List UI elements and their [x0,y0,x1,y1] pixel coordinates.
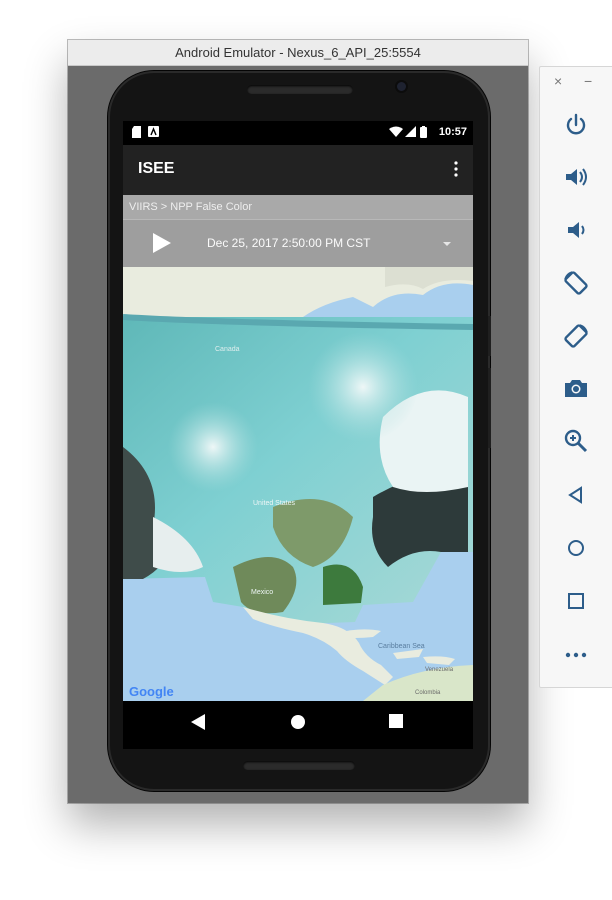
map-label-united-states: United States [253,500,296,507]
volume-up-icon[interactable] [562,163,590,191]
emulator-window: Android Emulator - Nexus_6_API_25:5554 1… [68,40,528,803]
home-icon[interactable] [562,534,590,562]
earpiece-speaker [247,85,353,94]
nav-home-icon[interactable] [290,714,306,730]
map-label-colombia: Colombia [415,690,441,696]
breadcrumb: VIIRS > NPP False Color [123,195,473,219]
window-title: Android Emulator - Nexus_6_API_25:5554 [175,45,421,60]
emulator-side-toolbar: × − [539,66,612,688]
map-label-canada: Canada [215,346,240,353]
power-icon[interactable] [562,111,590,139]
app-title: ISEE [138,160,175,177]
rotate-right-icon[interactable] [562,322,590,350]
map-label-caribbean-sea: Caribbean Sea [378,643,425,650]
datetime-dropdown[interactable]: Dec 25, 2017 2:50:00 PM CST [207,236,370,250]
volume-side-button[interactable] [488,368,491,448]
device-screen: 10:57 ISEE VIIRS > NPP False Color Dec 2… [123,121,473,749]
battery-icon [420,126,427,138]
window-titlebar: Android Emulator - Nexus_6_API_25:5554 [68,40,528,66]
back-icon[interactable] [562,481,590,509]
close-icon[interactable]: × [554,73,562,89]
rotate-left-icon[interactable] [562,269,590,297]
notification-icon [148,126,159,137]
google-logo: Google [129,684,174,699]
status-bar: 10:57 [123,121,473,145]
map-label-mexico: Mexico [251,589,273,596]
nav-back-icon[interactable] [191,714,205,730]
breadcrumb-text[interactable]: VIIRS > NPP False Color [129,201,252,213]
play-icon[interactable] [153,233,171,253]
camera-icon[interactable] [562,374,590,402]
app-toolbar: ISEE [123,145,473,195]
wifi-icon [389,126,403,137]
bottom-speaker [243,761,355,770]
status-clock: 10:57 [438,126,467,138]
phone-device-frame: 10:57 ISEE VIIRS > NPP False Color Dec 2… [108,71,491,791]
android-navigation-bar [123,701,473,749]
power-side-button[interactable] [488,316,491,356]
nav-overview-icon[interactable] [389,714,403,728]
satellite-map[interactable]: Canada United States Mexico Caribbean Se… [123,267,473,701]
map-label-venezuela: Venezuela [425,667,454,673]
volume-down-icon[interactable] [562,216,590,244]
more-icon[interactable] [562,641,590,669]
sd-card-icon [132,126,141,138]
minimize-icon[interactable]: − [584,73,592,89]
time-selector-bar: Dec 25, 2017 2:50:00 PM CST [123,219,473,268]
front-camera [397,82,406,91]
chevron-down-icon[interactable] [443,242,451,246]
cell-signal-icon [405,126,416,137]
zoom-icon[interactable] [562,427,590,455]
overview-icon[interactable] [562,587,590,615]
overflow-menu-icon[interactable] [453,159,459,179]
